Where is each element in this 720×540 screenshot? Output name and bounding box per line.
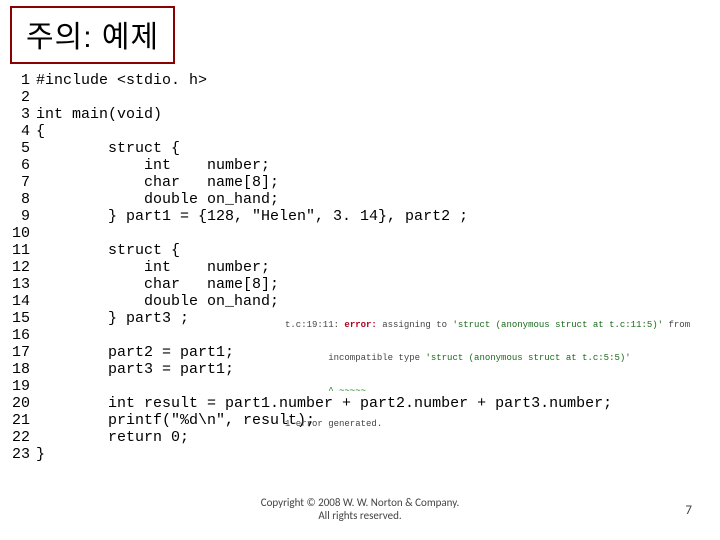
code-text: struct { xyxy=(36,242,180,259)
line-number: 5 xyxy=(12,140,36,157)
line-number: 10 xyxy=(12,225,36,242)
code-line: 3int main(void) xyxy=(12,106,720,123)
code-line: 4{ xyxy=(12,123,720,140)
code-line: 13 char name[8]; xyxy=(12,276,720,293)
line-number: 16 xyxy=(12,327,36,344)
code-text: part2 = part1; xyxy=(36,344,234,361)
code-text: part3 = part1; xyxy=(36,361,234,378)
line-number: 7 xyxy=(12,174,36,191)
line-number: 9 xyxy=(12,208,36,225)
code-text: { xyxy=(36,123,45,140)
code-text: double on_hand; xyxy=(36,293,279,310)
code-line: 8 double on_hand; xyxy=(12,191,720,208)
line-number: 19 xyxy=(12,378,36,395)
error-text: assigning to xyxy=(377,320,453,330)
page-number: 7 xyxy=(685,503,692,518)
line-number: 14 xyxy=(12,293,36,310)
line-number: 8 xyxy=(12,191,36,208)
code-line: 12 int number; xyxy=(12,259,720,276)
compiler-error-overlay: t.c:19:11: error: assigning to 'struct (… xyxy=(285,298,690,441)
code-text: char name[8]; xyxy=(36,174,279,191)
code-text: return 0; xyxy=(36,429,189,446)
code-line: 6 int number; xyxy=(12,157,720,174)
code-line: 11 struct { xyxy=(12,242,720,259)
line-number: 23 xyxy=(12,446,36,463)
error-type-2: 'struct (anonymous struct at t.c:5:5)' xyxy=(425,353,630,363)
line-number: 15 xyxy=(12,310,36,327)
code-text: int main(void) xyxy=(36,106,162,123)
copyright-line-1: Copyright © 2008 W. W. Norton & Company. xyxy=(0,496,720,509)
line-number: 20 xyxy=(12,395,36,412)
code-line: 23} xyxy=(12,446,720,463)
error-keyword: error: xyxy=(344,320,376,330)
line-number: 3 xyxy=(12,106,36,123)
line-number: 12 xyxy=(12,259,36,276)
error-line-2: incompatible type 'struct (anonymous str… xyxy=(285,353,690,364)
line-number: 13 xyxy=(12,276,36,293)
line-number: 11 xyxy=(12,242,36,259)
code-text: struct { xyxy=(36,140,180,157)
line-number: 6 xyxy=(12,157,36,174)
code-line: 5 struct { xyxy=(12,140,720,157)
slide-title-box: 주의: 예제 xyxy=(10,6,175,64)
code-line: 7 char name[8]; xyxy=(12,174,720,191)
copyright-line-2: All rights reserved. xyxy=(0,509,720,522)
code-text: printf("%d\n", result); xyxy=(36,412,315,429)
code-text: int number; xyxy=(36,157,270,174)
error-summary: 1 error generated. xyxy=(285,419,690,430)
line-number: 21 xyxy=(12,412,36,429)
line-number: 18 xyxy=(12,361,36,378)
code-text: double on_hand; xyxy=(36,191,279,208)
code-text: #include <stdio. h> xyxy=(36,72,207,89)
line-number: 1 xyxy=(12,72,36,89)
code-text: int number; xyxy=(36,259,270,276)
code-line: 9 } part1 = {128, "Helen", 3. 14}, part2… xyxy=(12,208,720,225)
code-text: } part3 ; xyxy=(36,310,189,327)
line-number: 4 xyxy=(12,123,36,140)
code-text: } xyxy=(36,446,45,463)
code-line: 1#include <stdio. h> xyxy=(12,72,720,89)
line-number: 17 xyxy=(12,344,36,361)
code-line: 10 xyxy=(12,225,720,242)
error-loc: t.c:19:11: xyxy=(285,320,344,330)
code-text: } part1 = {128, "Helen", 3. 14}, part2 ; xyxy=(36,208,468,225)
error-line-1: t.c:19:11: error: assigning to 'struct (… xyxy=(285,320,690,331)
copyright-footer: Copyright © 2008 W. W. Norton & Company.… xyxy=(0,496,720,522)
error-type-1: 'struct (anonymous struct at t.c:11:5)' xyxy=(452,320,663,330)
error-text-2: incompatible type xyxy=(285,353,425,363)
line-number: 22 xyxy=(12,429,36,446)
error-caret-line: ^ ~~~~~ xyxy=(285,386,690,397)
code-text: char name[8]; xyxy=(36,276,279,293)
line-number: 2 xyxy=(12,89,36,106)
code-line: 2 xyxy=(12,89,720,106)
error-text-post: from xyxy=(663,320,690,330)
slide-title: 주의: 예제 xyxy=(26,21,159,54)
